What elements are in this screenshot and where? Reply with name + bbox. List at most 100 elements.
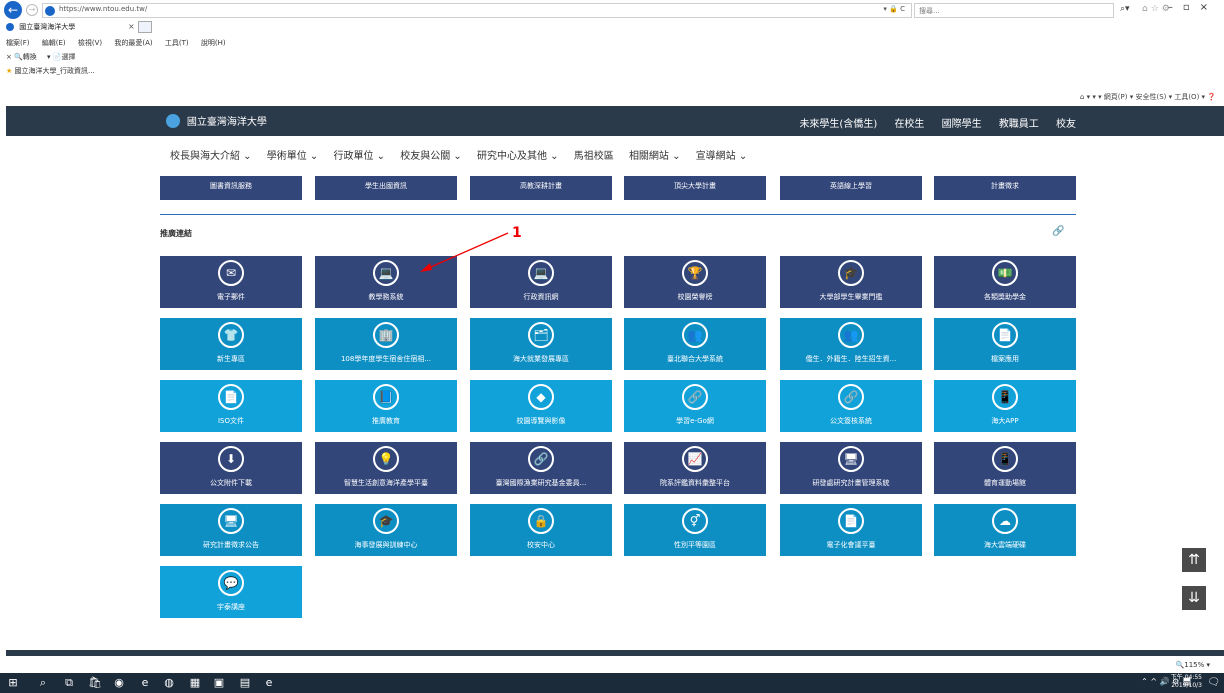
nav-item-president[interactable]: 校長與海大介紹 ⌄ [170, 151, 252, 162]
link-international[interactable]: 國際學生 [942, 119, 982, 130]
promo-tile[interactable]: 🖥 研發處研究計畫管理系統 [780, 442, 922, 494]
nav-item-academic[interactable]: 學術單位 ⌄ [267, 151, 319, 162]
browser-search-input[interactable]: 搜尋... [914, 3, 1114, 18]
promo-tile[interactable]: 👕 新生專區 [160, 318, 302, 370]
tile-icon: ◆ [528, 384, 554, 410]
menu-view[interactable]: 檢視(V) [78, 39, 102, 47]
link-current-students[interactable]: 在校生 [894, 119, 924, 130]
browser-tools-bar[interactable]: ⌂ ▾ ▾ ▾ 網頁(P) ▾ 安全性(S) ▾ 工具(O) ▾ ❓ [1080, 92, 1216, 102]
top-tile[interactable]: 高教深耕計畫 [470, 176, 612, 200]
nav-item-admin[interactable]: 行政單位 ⌄ [334, 151, 386, 162]
home-icon[interactable]: ⌂ [1080, 93, 1084, 101]
promo-tile[interactable]: 💡 智慧生活創意海洋產學平臺 [315, 442, 457, 494]
promo-tile[interactable]: 🔗 學習e-Go網 [624, 380, 766, 432]
link-alumni[interactable]: 校友 [1056, 119, 1076, 130]
promo-tile[interactable]: 📄 電子化會議平臺 [780, 504, 922, 556]
nav-item-related[interactable]: 相關網站 ⌄ [629, 151, 681, 162]
menu-favorites[interactable]: 我的最愛(A) [114, 39, 152, 47]
app-icon[interactable]: ▤ [238, 676, 252, 690]
promo-tile[interactable]: 🎓 海事發展與訓練中心 [315, 504, 457, 556]
promo-tile[interactable]: 🎓 大學部學生畢業門檻 [780, 256, 922, 308]
firefox-icon[interactable]: ◉ [112, 676, 126, 690]
cmd-select[interactable]: ▾ 📄選擇 [47, 53, 75, 61]
browser-tab[interactable]: 國立臺灣海洋大學 [6, 22, 126, 36]
chrome-icon[interactable]: ◍ [162, 676, 176, 690]
tools-menu[interactable]: ▾ ▾ ▾ 網頁(P) ▾ 安全性(S) ▾ 工具(O) ▾ [1087, 93, 1205, 101]
promo-tile[interactable]: 🖥 研究計畫徵求公告 [160, 504, 302, 556]
tile-icon: ⬇ [218, 446, 244, 472]
promo-tile[interactable]: 👥 僑生．外籍生．陸生招生資... [780, 318, 922, 370]
zoom-level[interactable]: 🔍115% ▾ [1176, 661, 1210, 669]
address-bar[interactable]: https://www.ntou.edu.tw/ ▾ 🔒 C [42, 3, 912, 18]
section-title: 推廣連結 [160, 229, 192, 238]
promo-tile[interactable]: ✉ 電子郵件 [160, 256, 302, 308]
link-future-students[interactable]: 未來學生(含僑生) [799, 119, 877, 130]
promo-tile[interactable]: 👥 臺北聯合大學系統 [624, 318, 766, 370]
tile-label: 研究計畫徵求公告 [203, 541, 259, 549]
promo-tile[interactable]: 🏆 校園榮譽榜 [624, 256, 766, 308]
store-icon[interactable]: 🛍 [88, 676, 102, 690]
ie-icon[interactable]: e [262, 676, 276, 690]
app-icon[interactable]: ▦ [188, 676, 202, 690]
cmd-convert[interactable]: × 🔍轉換 [6, 53, 37, 61]
scroll-down-button[interactable]: ⇊ [1182, 586, 1206, 610]
help-icon[interactable]: ❓ [1207, 93, 1216, 101]
promo-tile[interactable]: 🔒 校安中心 [470, 504, 612, 556]
window-controls[interactable]: –▫× [1168, 2, 1218, 13]
tile-label: 宇泰講座 [217, 603, 245, 611]
tile-label: 學習e-Go網 [676, 417, 714, 425]
back-arrow-icon[interactable]: ← [4, 1, 22, 19]
menu-file[interactable]: 檔案(F) [6, 39, 30, 47]
nav-item-alumni[interactable]: 校友與公關 ⌄ [400, 151, 462, 162]
promo-tile[interactable]: 📄 檔案應用 [934, 318, 1076, 370]
address-actions[interactable]: ▾ 🔒 C [883, 5, 905, 13]
top-tile[interactable]: 學生出國資訊 [315, 176, 457, 200]
start-windows-icon[interactable]: ⊞ [6, 676, 20, 690]
top-tiles-row: 圖書資訊服務 學生出國資訊 高教深耕計畫 頂尖大學計畫 英語線上學習 計畫徵求 [160, 176, 1076, 200]
nav-item-promotion[interactable]: 宣導網站 ⌄ [696, 151, 748, 162]
promo-tile[interactable]: 📱 體育運動場館 [934, 442, 1076, 494]
clock[interactable]: 下午 04:55 2019/10/3 [1171, 674, 1202, 690]
promo-tile[interactable]: 🔗 公文簽核系統 [780, 380, 922, 432]
top-tile[interactable]: 計畫徵求 [934, 176, 1076, 200]
promo-tile[interactable]: 📄 ISO文件 [160, 380, 302, 432]
notification-icon[interactable]: 🗨 [1207, 677, 1220, 688]
promo-tile[interactable]: 🔗 臺灣國際漁業研究基金委員... [470, 442, 612, 494]
promo-tile[interactable]: 🏢 108學年度學生宿舍住宿相... [315, 318, 457, 370]
menu-edit[interactable]: 編輯(E) [42, 39, 66, 47]
promo-tile[interactable]: 📱 海大APP [934, 380, 1076, 432]
nav-item-matsu[interactable]: 馬祖校區 [574, 151, 614, 162]
promo-tile[interactable]: ⬇ 公文附件下載 [160, 442, 302, 494]
search-icon[interactable]: ⌕▾ [1120, 4, 1130, 14]
promo-tile[interactable]: ⚥ 性別平等園區 [624, 504, 766, 556]
link-staff[interactable]: 教職員工 [999, 119, 1039, 130]
site-favicon-icon [45, 6, 55, 16]
search-icon[interactable]: ⌕ [36, 676, 50, 690]
new-tab-button[interactable] [138, 21, 152, 33]
top-tile[interactable]: 頂尖大學計畫 [624, 176, 766, 200]
site-logo[interactable]: 國立臺灣海洋大學 [166, 113, 267, 129]
address-url[interactable]: https://www.ntou.edu.tw/ [59, 5, 147, 13]
promo-tile[interactable]: 🗂 海大就業發展專區 [470, 318, 612, 370]
top-tile[interactable]: 圖書資訊服務 [160, 176, 302, 200]
edge-icon[interactable]: e [138, 676, 152, 690]
task-view-icon[interactable]: ⧉ [62, 676, 76, 690]
promo-tile[interactable]: ☁ 海大雲端硬碟 [934, 504, 1076, 556]
app-icon[interactable]: ▣ [212, 676, 226, 690]
tile-icon: 📱 [992, 446, 1018, 472]
menu-tools[interactable]: 工具(T) [165, 39, 189, 47]
forward-arrow-icon[interactable]: → [26, 4, 38, 16]
menu-help[interactable]: 說明(H) [201, 39, 226, 47]
tile-icon: 🎓 [373, 508, 399, 534]
promo-tile[interactable]: 📈 院系評鑑資料彙整平台 [624, 442, 766, 494]
promo-tile[interactable]: 💵 各類獎助學金 [934, 256, 1076, 308]
scroll-top-button[interactable]: ⇈ [1182, 548, 1206, 572]
promo-tile[interactable]: 💬 宇泰講座 [160, 566, 302, 618]
nav-item-research[interactable]: 研究中心及其他 ⌄ [477, 151, 559, 162]
favorite-link[interactable]: 國立海洋大學_行政資訊... [15, 67, 95, 75]
promo-tile[interactable]: ◆ 校園導覽與影像 [470, 380, 612, 432]
promo-tile[interactable]: 📘 推廣教育 [315, 380, 457, 432]
top-tile[interactable]: 英語線上學習 [780, 176, 922, 200]
tab-close-icon[interactable]: × [128, 22, 135, 31]
tile-icon: 💻 [373, 260, 399, 286]
